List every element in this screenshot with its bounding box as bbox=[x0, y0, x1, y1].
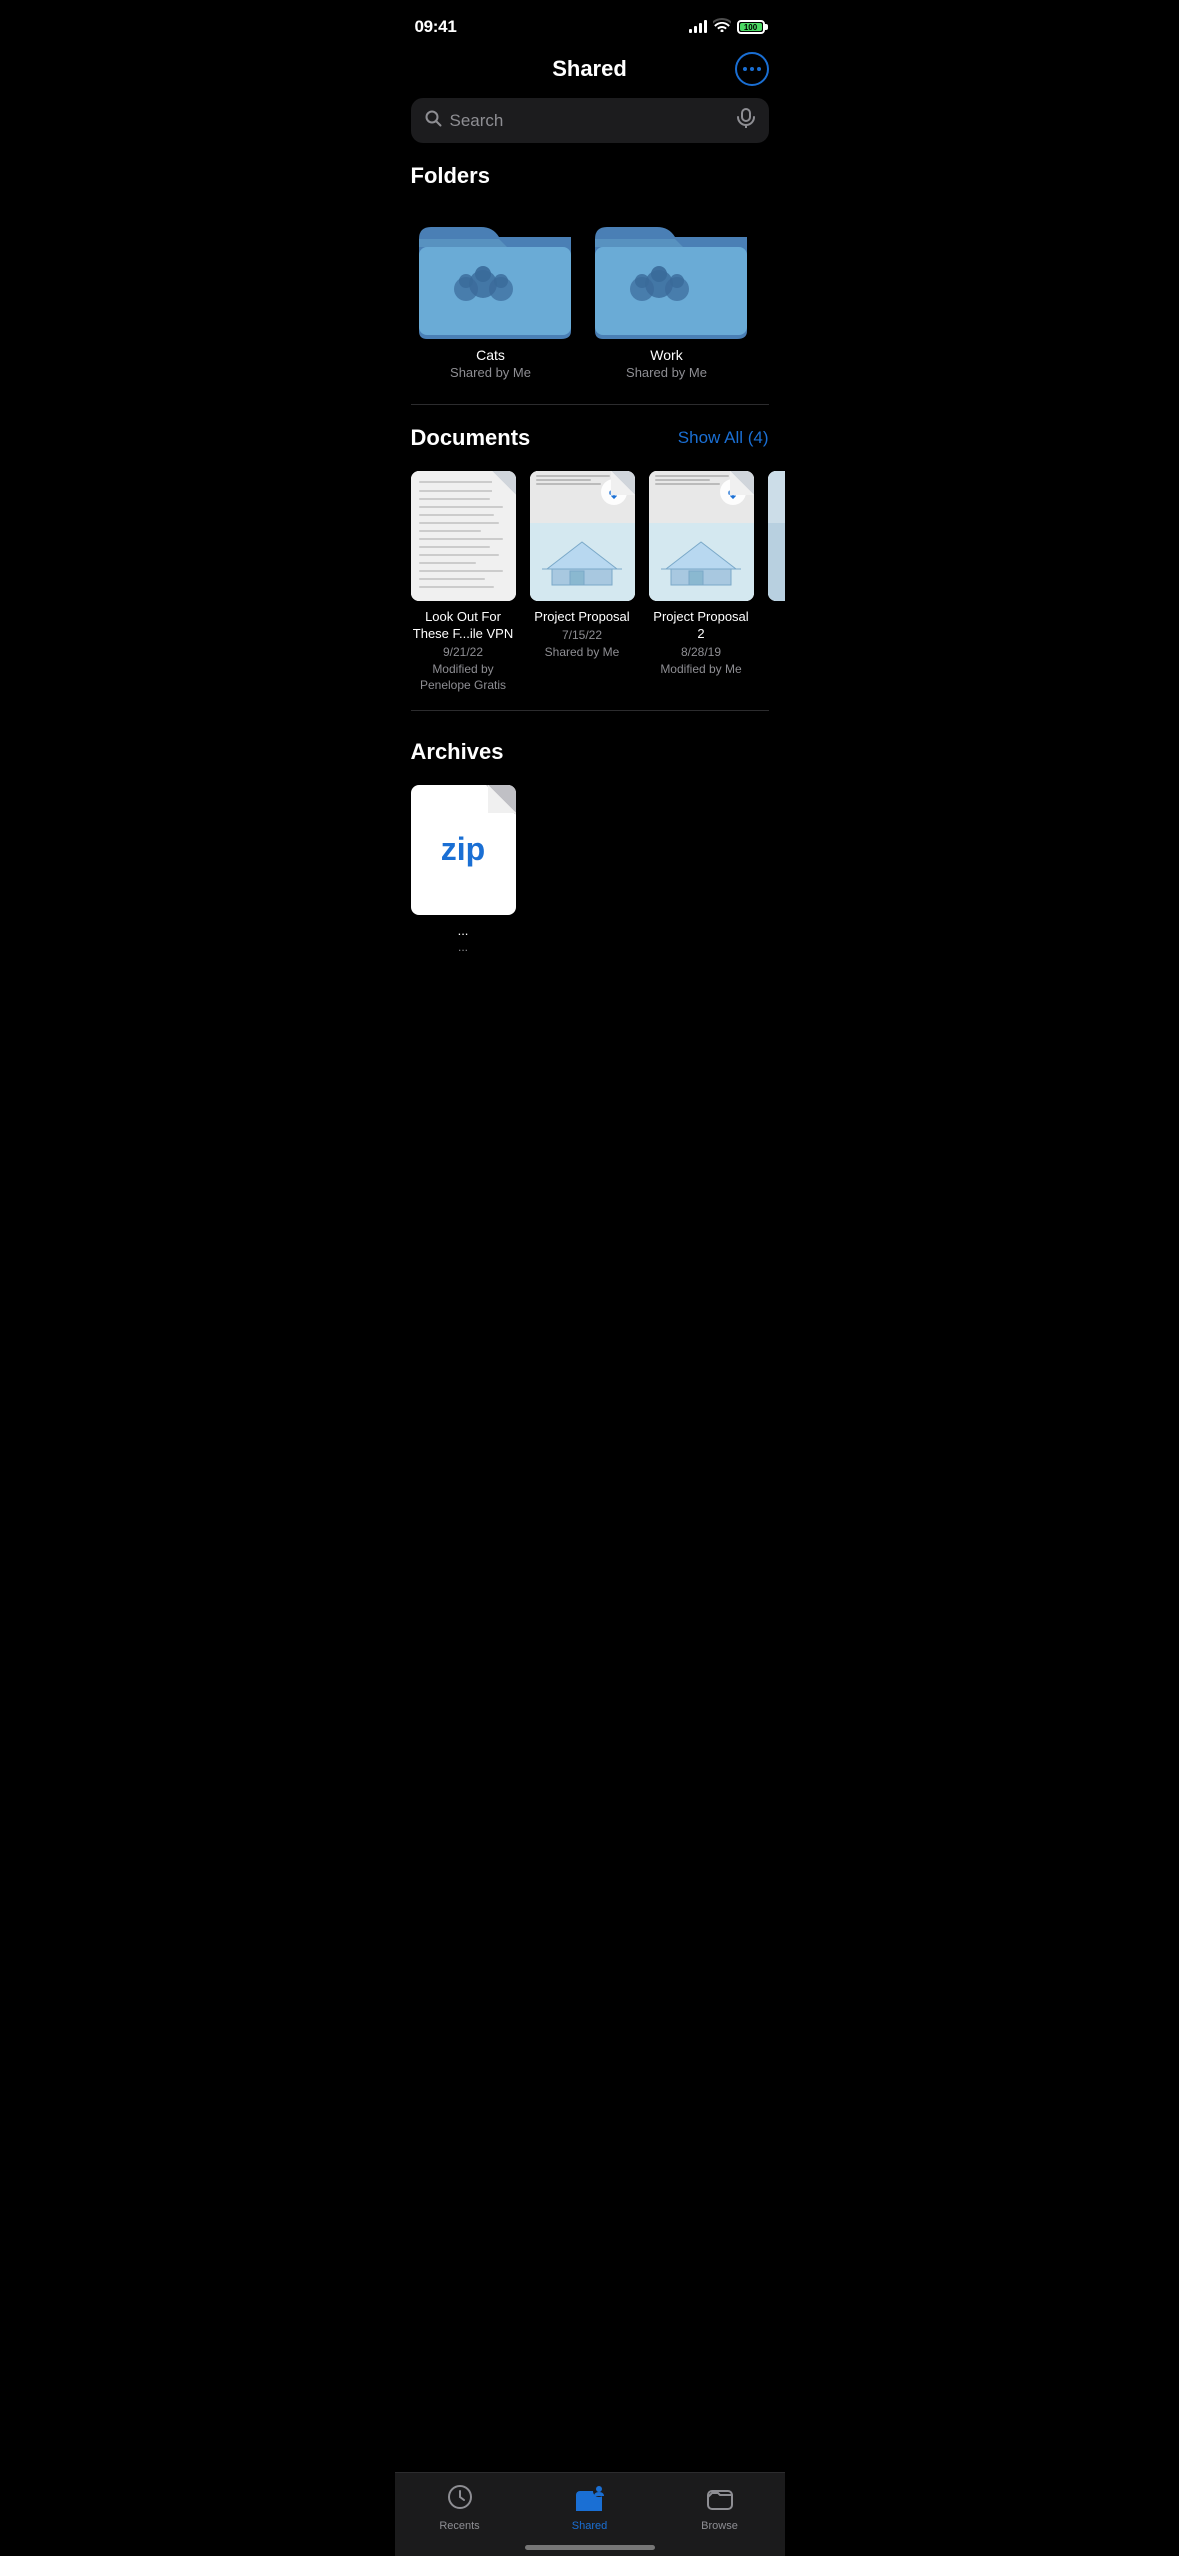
tab-bar: Recents Shared Browse bbox=[395, 2472, 785, 2556]
folder-item-cats[interactable]: Cats Shared by Me bbox=[411, 209, 571, 380]
recents-icon bbox=[446, 2483, 474, 2516]
doc-name-2: Project Proposal 2 bbox=[649, 609, 754, 643]
doc-item-2[interactable]: Project Proposal 2 8/28/19 Modified by M… bbox=[649, 471, 754, 694]
doc-thumbnail-2 bbox=[649, 471, 754, 601]
doc-date-2: 8/28/19 bbox=[681, 645, 721, 661]
doc-meta-1: Shared by Me bbox=[545, 645, 620, 661]
folder-item-work[interactable]: Work Shared by Me bbox=[587, 209, 747, 380]
doc-item-0[interactable]: Look Out For These F...ile VPN 9/21/22 M… bbox=[411, 471, 516, 694]
zip-thumbnail-0: zip bbox=[411, 785, 516, 915]
show-all-link[interactable]: Show All (4) bbox=[678, 428, 769, 448]
tab-recents[interactable]: Recents bbox=[420, 2483, 500, 2532]
zip-meta-0: ... bbox=[458, 940, 468, 954]
archives-section: Archives zip ... ... bbox=[395, 727, 785, 978]
status-time: 09:41 bbox=[415, 17, 457, 37]
doc-item-1[interactable]: Project Proposal 7/15/22 Shared by Me bbox=[530, 471, 635, 694]
tab-recents-label: Recents bbox=[439, 2520, 479, 2532]
folders-grid: Cats Shared by Me Work Shared by Me bbox=[395, 201, 785, 404]
search-placeholder: Search bbox=[450, 111, 729, 131]
documents-row: Look Out For These F...ile VPN 9/21/22 M… bbox=[395, 463, 785, 710]
archives-title: Archives bbox=[411, 739, 504, 765]
battery-icon: 100 bbox=[737, 20, 765, 34]
tab-browse-label: Browse bbox=[701, 2520, 738, 2532]
folders-section-header: Folders bbox=[395, 159, 785, 201]
fold-corner-2 bbox=[730, 471, 754, 495]
shared-icon bbox=[574, 2483, 606, 2516]
folders-title: Folders bbox=[411, 163, 490, 189]
tab-shared-label: Shared bbox=[572, 2520, 607, 2532]
doc-meta-2: Modified by Me bbox=[660, 662, 741, 678]
status-bar: 09:41 100 bbox=[395, 0, 785, 48]
divider-2 bbox=[411, 710, 769, 711]
home-indicator bbox=[525, 2545, 655, 2550]
doc-name-1: Project Proposal bbox=[534, 609, 629, 626]
signal-icon bbox=[689, 21, 707, 33]
fold-corner bbox=[492, 471, 516, 495]
folder-subtitle-work: Shared by Me bbox=[626, 365, 707, 380]
doc-name-0: Look Out For These F...ile VPN bbox=[411, 609, 516, 643]
archives-section-header: Archives bbox=[395, 735, 785, 777]
tab-shared[interactable]: Shared bbox=[550, 2483, 630, 2532]
tab-browse[interactable]: Browse bbox=[680, 2483, 760, 2532]
folder-icon-cats bbox=[411, 209, 571, 339]
more-options-button[interactable] bbox=[735, 52, 769, 86]
doc-thumbnail-3 bbox=[768, 471, 785, 601]
doc-item-3[interactable]: Ko... Sh... bbox=[768, 471, 785, 694]
wifi-icon bbox=[713, 18, 731, 37]
fold-corner-1 bbox=[611, 471, 635, 495]
status-icons: 100 bbox=[689, 18, 765, 37]
zip-item-0[interactable]: zip ... ... bbox=[411, 785, 516, 954]
search-bar[interactable]: Search bbox=[411, 98, 769, 143]
documents-title: Documents bbox=[411, 425, 531, 451]
doc-thumbnail-1 bbox=[530, 471, 635, 601]
folder-name-cats: Cats bbox=[476, 347, 505, 363]
search-icon bbox=[425, 110, 442, 132]
zip-label: zip bbox=[441, 831, 485, 868]
zip-name-0: ... bbox=[458, 923, 469, 938]
divider-1 bbox=[411, 404, 769, 405]
microphone-icon[interactable] bbox=[737, 108, 755, 133]
doc-thumbnail-0 bbox=[411, 471, 516, 601]
archives-grid: zip ... ... bbox=[395, 777, 785, 962]
ellipsis-icon bbox=[743, 67, 761, 71]
folder-subtitle-cats: Shared by Me bbox=[450, 365, 531, 380]
documents-section-header: Documents Show All (4) bbox=[395, 421, 785, 463]
page-title: Shared bbox=[552, 56, 627, 82]
doc-meta-0: Modified by Penelope Gratis bbox=[411, 662, 516, 693]
doc-date-0: 9/21/22 bbox=[443, 645, 483, 661]
doc-date-1: 7/15/22 bbox=[562, 628, 602, 644]
folder-icon-work bbox=[587, 209, 747, 339]
browse-icon bbox=[706, 2483, 734, 2516]
page-header: Shared bbox=[395, 48, 785, 94]
folder-name-work: Work bbox=[650, 347, 682, 363]
